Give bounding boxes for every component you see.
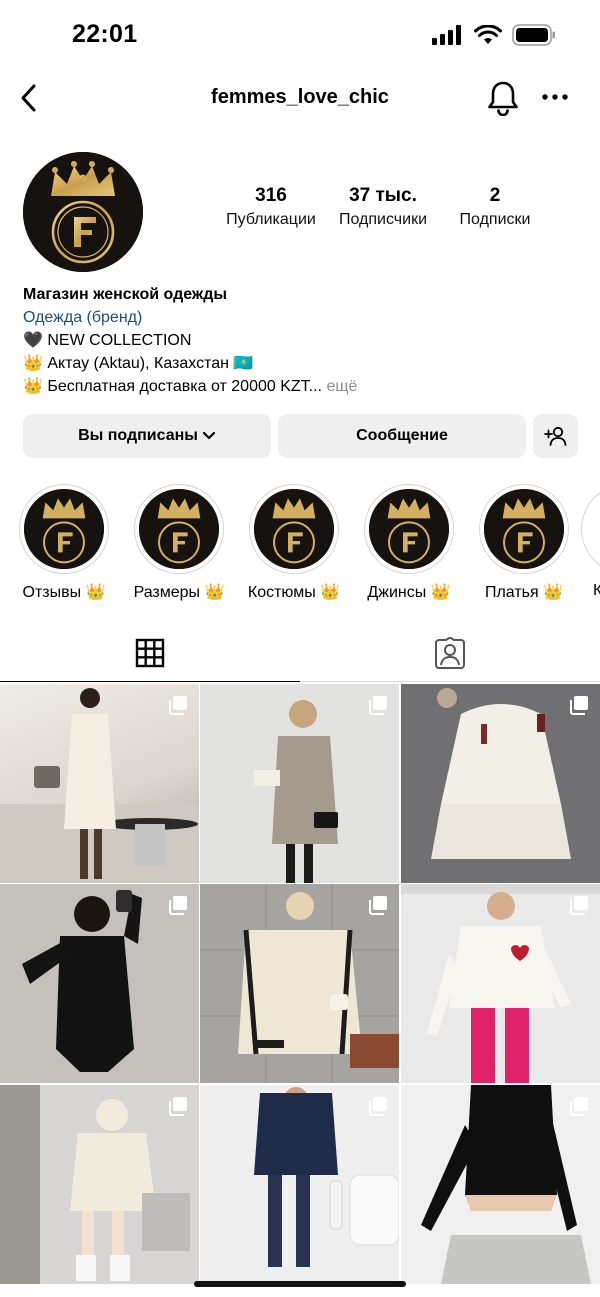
profile-bio: Магазин женской одежды Одежда (бренд) 🖤 … xyxy=(23,283,583,398)
brand-logo-icon xyxy=(484,489,564,569)
highlight-cover xyxy=(24,489,104,569)
carousel-icon xyxy=(169,896,187,915)
brand-logo-icon xyxy=(24,489,104,569)
following-button-label: Вы подписаны xyxy=(78,427,198,444)
bio-more-link[interactable]: ещё xyxy=(326,378,357,395)
highlight-item-partial[interactable]: К xyxy=(581,484,600,600)
highlight-ring xyxy=(134,484,224,574)
bio-line-1: 🖤 NEW COLLECTION xyxy=(23,332,192,349)
message-button[interactable]: Сообщение xyxy=(278,414,526,458)
message-button-label: Сообщение xyxy=(356,427,448,444)
highlight-label: Джинсы 👑 xyxy=(367,584,451,601)
highlight-ring xyxy=(364,484,454,574)
highlight-label: Костюмы 👑 xyxy=(247,584,341,601)
stat-posts[interactable]: 316 Публикации xyxy=(214,185,328,229)
highlight-label: К xyxy=(593,582,600,599)
bio-line-3: 👑 Бесплатная доставка от 20000 KZT... xyxy=(23,378,322,395)
profile-tabs xyxy=(0,624,600,682)
profile-avatar[interactable] xyxy=(23,152,143,272)
highlight-label: Размеры 👑 xyxy=(133,584,225,601)
grid-icon xyxy=(135,638,165,667)
carousel-icon xyxy=(369,1097,387,1116)
carousel-icon xyxy=(169,696,187,715)
stat-followers[interactable]: 37 тыс. Подписчики xyxy=(326,185,440,229)
carousel-icon xyxy=(570,696,588,715)
home-indicator[interactable] xyxy=(194,1281,406,1287)
highlight-label: Платья 👑 xyxy=(484,584,564,601)
status-bar: 22:01 xyxy=(0,0,600,70)
post-thumbnail[interactable] xyxy=(200,1085,399,1284)
tab-tagged[interactable] xyxy=(300,624,600,682)
carousel-icon xyxy=(369,696,387,715)
post-thumbnail[interactable] xyxy=(401,684,600,883)
chevron-down-icon xyxy=(202,431,216,440)
suggested-users-button[interactable] xyxy=(533,414,578,458)
highlight-ring xyxy=(479,484,569,574)
battery-icon xyxy=(512,24,555,46)
highlight-item[interactable]: Костюмы 👑 xyxy=(236,484,352,602)
post-thumbnail[interactable] xyxy=(200,884,399,1083)
carousel-icon xyxy=(169,1097,187,1116)
highlight-ring xyxy=(249,484,339,574)
post-thumbnail[interactable] xyxy=(0,684,199,883)
highlight-cover xyxy=(369,489,449,569)
profile-actions: Вы подписаны Сообщение xyxy=(23,414,578,458)
highlight-cover xyxy=(254,489,334,569)
highlight-cover xyxy=(139,489,219,569)
wifi-icon xyxy=(474,25,502,44)
post-thumbnail[interactable] xyxy=(401,1085,600,1284)
status-icons xyxy=(432,24,556,46)
post-thumbnail[interactable] xyxy=(0,1085,199,1284)
stat-following[interactable]: 2 Подписки xyxy=(448,185,542,229)
brand-logo-icon xyxy=(369,489,449,569)
posts-grid xyxy=(0,684,600,1297)
carousel-icon xyxy=(369,896,387,915)
brand-logo-icon xyxy=(23,152,143,272)
carousel-icon xyxy=(570,1097,588,1116)
tab-posts-grid[interactable] xyxy=(0,624,300,682)
highlight-item[interactable]: Джинсы 👑 xyxy=(351,484,467,602)
highlight-item[interactable]: Платья 👑 xyxy=(466,484,582,602)
highlight-item[interactable]: Размеры 👑 xyxy=(121,484,237,602)
stat-followers-value: 37 тыс. xyxy=(349,185,417,206)
stat-following-value: 2 xyxy=(489,185,501,206)
stat-followers-label: Подписчики xyxy=(338,211,427,228)
bio-name: Магазин женской одежды xyxy=(23,286,228,303)
bio-category[interactable]: Одежда (бренд) xyxy=(23,306,583,329)
highlight-ring xyxy=(581,484,600,574)
post-thumbnail[interactable] xyxy=(401,884,600,1083)
cellular-signal-icon xyxy=(432,25,461,45)
highlight-item[interactable]: Отзывы 👑 xyxy=(6,484,122,602)
stat-following-label: Подписки xyxy=(459,211,531,228)
bell-icon xyxy=(488,81,518,117)
post-thumbnail[interactable] xyxy=(0,884,199,1083)
stat-posts-value: 316 xyxy=(255,185,287,206)
following-button[interactable]: Вы подписаны xyxy=(23,414,271,458)
status-time: 22:01 xyxy=(72,20,138,48)
bio-line-2: 👑 Актау (Aktau), Казахстан 🇰🇿 xyxy=(23,355,254,372)
post-thumbnail[interactable] xyxy=(200,684,399,883)
tagged-icon xyxy=(435,636,465,669)
highlight-ring xyxy=(19,484,109,574)
carousel-icon xyxy=(570,896,588,915)
stat-posts-label: Публикации xyxy=(226,211,316,228)
brand-logo-icon xyxy=(139,489,219,569)
more-options-button[interactable] xyxy=(540,82,570,112)
top-nav: femmes_love_chic xyxy=(0,70,600,126)
notifications-button[interactable] xyxy=(487,80,519,117)
bio-line-3-wrapper: 👑 Бесплатная доставка от 20000 KZT... ещ… xyxy=(23,375,583,398)
more-horizontal-icon xyxy=(542,94,568,100)
story-highlights: Отзывы 👑 Размеры 👑 Костюмы 👑 Джинсы 👑 Пл… xyxy=(0,484,600,604)
add-person-icon xyxy=(543,426,566,446)
highlight-cover xyxy=(484,489,564,569)
brand-logo-icon xyxy=(254,489,334,569)
highlight-label: Отзывы 👑 xyxy=(22,584,106,601)
